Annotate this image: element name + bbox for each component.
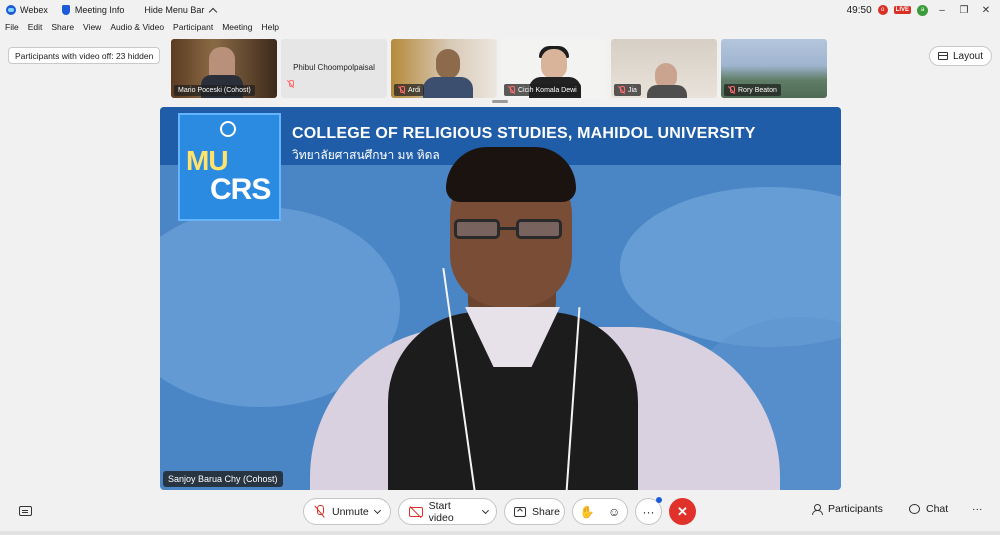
chevron-up-icon <box>209 7 218 16</box>
resize-handle[interactable] <box>492 100 508 103</box>
menu-share[interactable]: Share <box>51 22 74 36</box>
banner-thai-title: วิทยาลัยศาสนศึกษา มห หิดล <box>292 148 440 162</box>
video-off-label: Participants with video off: 23 hidden <box>15 50 154 61</box>
restore-icon[interactable]: ❐ <box>956 5 972 16</box>
participant-name: Cicih Komala Dewi <box>518 86 577 94</box>
more-options-label: ··· <box>642 504 655 519</box>
chat-label: Chat <box>926 503 949 515</box>
seal-icon <box>220 121 236 137</box>
reactions-icon[interactable]: ☺ <box>608 505 620 519</box>
participant-thumbnail[interactable]: Phibul Choompolpaisal <box>281 39 387 98</box>
participant-thumbnail[interactable]: Cicih Komala Dewi <box>501 39 607 98</box>
app-name: Webex <box>20 5 48 15</box>
raise-hand-icon[interactable]: ✋ <box>580 505 595 519</box>
menu-participant[interactable]: Participant <box>173 22 213 36</box>
muted-mic-icon <box>508 86 515 94</box>
participant-name: Jia <box>628 86 637 94</box>
meeting-controls: Unmute Start video Share ✋ ☺ ··· ✕ Parti… <box>0 497 1000 528</box>
menu-bar: File Edit Share View Audio & Video Parti… <box>0 22 283 36</box>
participant-name-tag: Mario Poceski (Cohost) <box>174 85 255 96</box>
menu-edit[interactable]: Edit <box>28 22 43 36</box>
recording-icon: o <box>877 5 888 15</box>
participant-name-tag: Jia <box>614 84 641 96</box>
logo-crs-text: CRS <box>210 173 271 206</box>
start-video-button[interactable]: Start video <box>398 498 497 525</box>
banner-title: COLLEGE OF RELIGIOUS STUDIES, MAHIDOL UN… <box>292 125 756 142</box>
leave-meeting-button[interactable]: ✕ <box>669 498 696 525</box>
participant-thumbnail[interactable]: Ardi <box>391 39 497 98</box>
share-button[interactable]: Share <box>504 498 565 525</box>
speaker-name-tag: Sanjoy Barua Chy (Cohost) <box>163 471 283 487</box>
chevron-down-icon[interactable] <box>482 506 490 514</box>
overflow-menu-button[interactable]: ··· <box>972 503 983 515</box>
speaker-hair <box>446 147 576 202</box>
menu-audio-video[interactable]: Audio & Video <box>110 22 164 36</box>
participants-icon <box>811 503 823 515</box>
chat-icon <box>909 504 920 514</box>
more-options-button[interactable]: ··· <box>635 497 662 525</box>
live-badge: LIVE <box>893 6 911 14</box>
menu-help[interactable]: Help <box>261 22 278 36</box>
layout-icon <box>937 52 948 60</box>
participant-face <box>541 49 567 79</box>
participant-name: Mario Poceski (Cohost) <box>178 87 251 94</box>
video-off-participants-button[interactable]: Participants with video off: 23 hidden <box>8 47 161 64</box>
muted-mic-icon <box>398 86 405 94</box>
unmute-button[interactable]: Unmute <box>303 498 391 525</box>
chat-button[interactable]: Chat <box>909 503 948 515</box>
mucrs-logo: MU CRS <box>178 113 281 221</box>
meeting-info-button[interactable]: Meeting Info <box>61 5 125 15</box>
muted-mic-icon <box>618 86 625 94</box>
share-label: Share <box>532 505 561 518</box>
app-title: Webex <box>6 5 48 15</box>
participant-name: Ardi <box>408 86 421 94</box>
participant-thumbnail[interactable]: Rory Beaton <box>721 39 827 98</box>
menu-view[interactable]: View <box>83 22 101 36</box>
minimize-icon[interactable]: – <box>934 5 950 16</box>
participant-name: Phibul Choompolpaisal <box>293 63 375 72</box>
menu-file[interactable]: File <box>5 22 19 36</box>
start-video-label: Start video <box>428 499 454 524</box>
participant-name-tag: Ardi <box>394 84 425 96</box>
webex-logo-icon <box>6 5 16 15</box>
participant-name: Rory Beaton <box>738 86 777 94</box>
menu-meeting[interactable]: Meeting <box>222 22 252 36</box>
participants-button[interactable]: Participants <box>811 503 883 515</box>
title-bar: Webex Meeting Info Hide Menu Bar 49:50 o… <box>0 0 1000 20</box>
hide-menu-bar-button[interactable]: Hide Menu Bar <box>144 5 218 16</box>
unmute-label: Unmute <box>332 505 369 518</box>
participant-thumbnail-strip: Mario Poceski (Cohost) Phibul Choompolpa… <box>171 39 827 98</box>
mic-muted-icon <box>314 504 326 519</box>
layout-button[interactable]: Layout <box>928 46 992 66</box>
notification-dot <box>656 497 662 503</box>
participant-body <box>647 85 687 98</box>
speaker-glasses <box>452 219 570 241</box>
share-screen-icon <box>514 506 526 517</box>
participant-thumbnail[interactable]: Jia <box>611 39 717 98</box>
participant-name-tag: Rory Beaton <box>724 84 781 96</box>
participant-name-tag: Cicih Komala Dewi <box>504 84 581 96</box>
reactions-group: ✋ ☺ <box>572 498 628 525</box>
window-bottom-edge <box>0 531 1000 535</box>
close-icon[interactable]: ✕ <box>978 5 994 16</box>
camera-off-icon <box>409 506 423 517</box>
participant-thumbnail[interactable]: Mario Poceski (Cohost) <box>171 39 277 98</box>
user-avatar[interactable]: a <box>917 4 928 16</box>
hide-menu-bar-label: Hide Menu Bar <box>144 5 205 15</box>
chevron-down-icon[interactable] <box>373 506 381 514</box>
participant-face <box>436 49 460 79</box>
close-icon: ✕ <box>677 503 688 519</box>
muted-mic-icon <box>728 86 735 94</box>
muted-mic-icon <box>287 75 294 93</box>
meeting-info-label: Meeting Info <box>74 5 125 15</box>
title-bar-right: 49:50 o LIVE a – ❐ ✕ <box>847 0 994 20</box>
active-speaker-video[interactable]: COLLEGE OF RELIGIOUS STUDIES, MAHIDOL UN… <box>160 107 841 490</box>
layout-label: Layout <box>952 50 983 62</box>
meeting-timer: 49:50 <box>846 4 872 16</box>
shield-icon <box>61 5 70 15</box>
participants-label: Participants <box>828 503 883 515</box>
participant-body <box>423 77 473 98</box>
overflow-label: ··· <box>972 503 983 515</box>
